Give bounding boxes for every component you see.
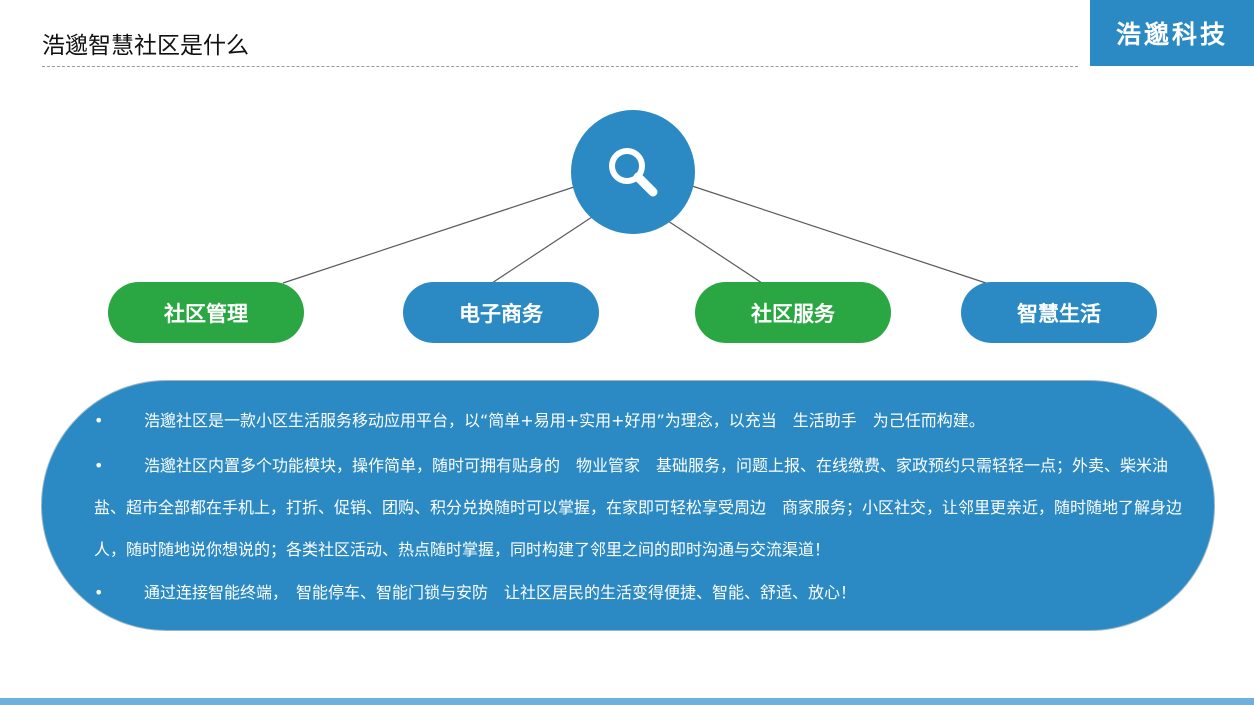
info-paragraph: • 浩邈社区内置多个功能模块，操作简单，随时可拥有贴身的 物业管家 基础服务，问题… [94, 445, 1184, 571]
paragraph-text: 浩邈社区内置多个功能模块，操作简单，随时可拥有贴身的 物业管家 基础服务，问题上… [94, 456, 1183, 559]
bottom-bar [0, 698, 1254, 705]
node-smart-life: 智慧生活 [961, 282, 1157, 343]
info-panel: • 浩邈社区是一款小区生活服务移动应用平台，以“简单+易用+实用+好用”为理念，以… [41, 380, 1215, 631]
node-community-service: 社区服务 [695, 282, 891, 343]
hub-circle [571, 110, 695, 234]
connector-line [691, 185, 987, 284]
search-icon [609, 148, 658, 197]
node-community-management: 社区管理 [108, 282, 304, 343]
bullet-marker: • [94, 411, 104, 430]
connector-line [667, 220, 763, 284]
connector-line [282, 186, 575, 284]
bullet-marker: • [94, 583, 104, 602]
paragraph-text: 浩邈社区是一款小区生活服务移动应用平台，以“简单+易用+实用+好用”为理念，以充… [144, 411, 985, 430]
connector-line [491, 216, 593, 284]
paragraph-text: 通过连接智能终端， 智能停车、智能门锁与安防 让社区居民的生活变得便捷、智能、舒… [144, 583, 857, 602]
info-paragraph: • 浩邈社区是一款小区生活服务移动应用平台，以“简单+易用+实用+好用”为理念，以… [94, 400, 1184, 442]
info-paragraph: • 通过连接智能终端， 智能停车、智能门锁与安防 让社区居民的生活变得便捷、智能、… [94, 572, 1184, 614]
node-e-commerce: 电子商务 [403, 282, 599, 343]
bullet-marker: • [94, 456, 104, 475]
